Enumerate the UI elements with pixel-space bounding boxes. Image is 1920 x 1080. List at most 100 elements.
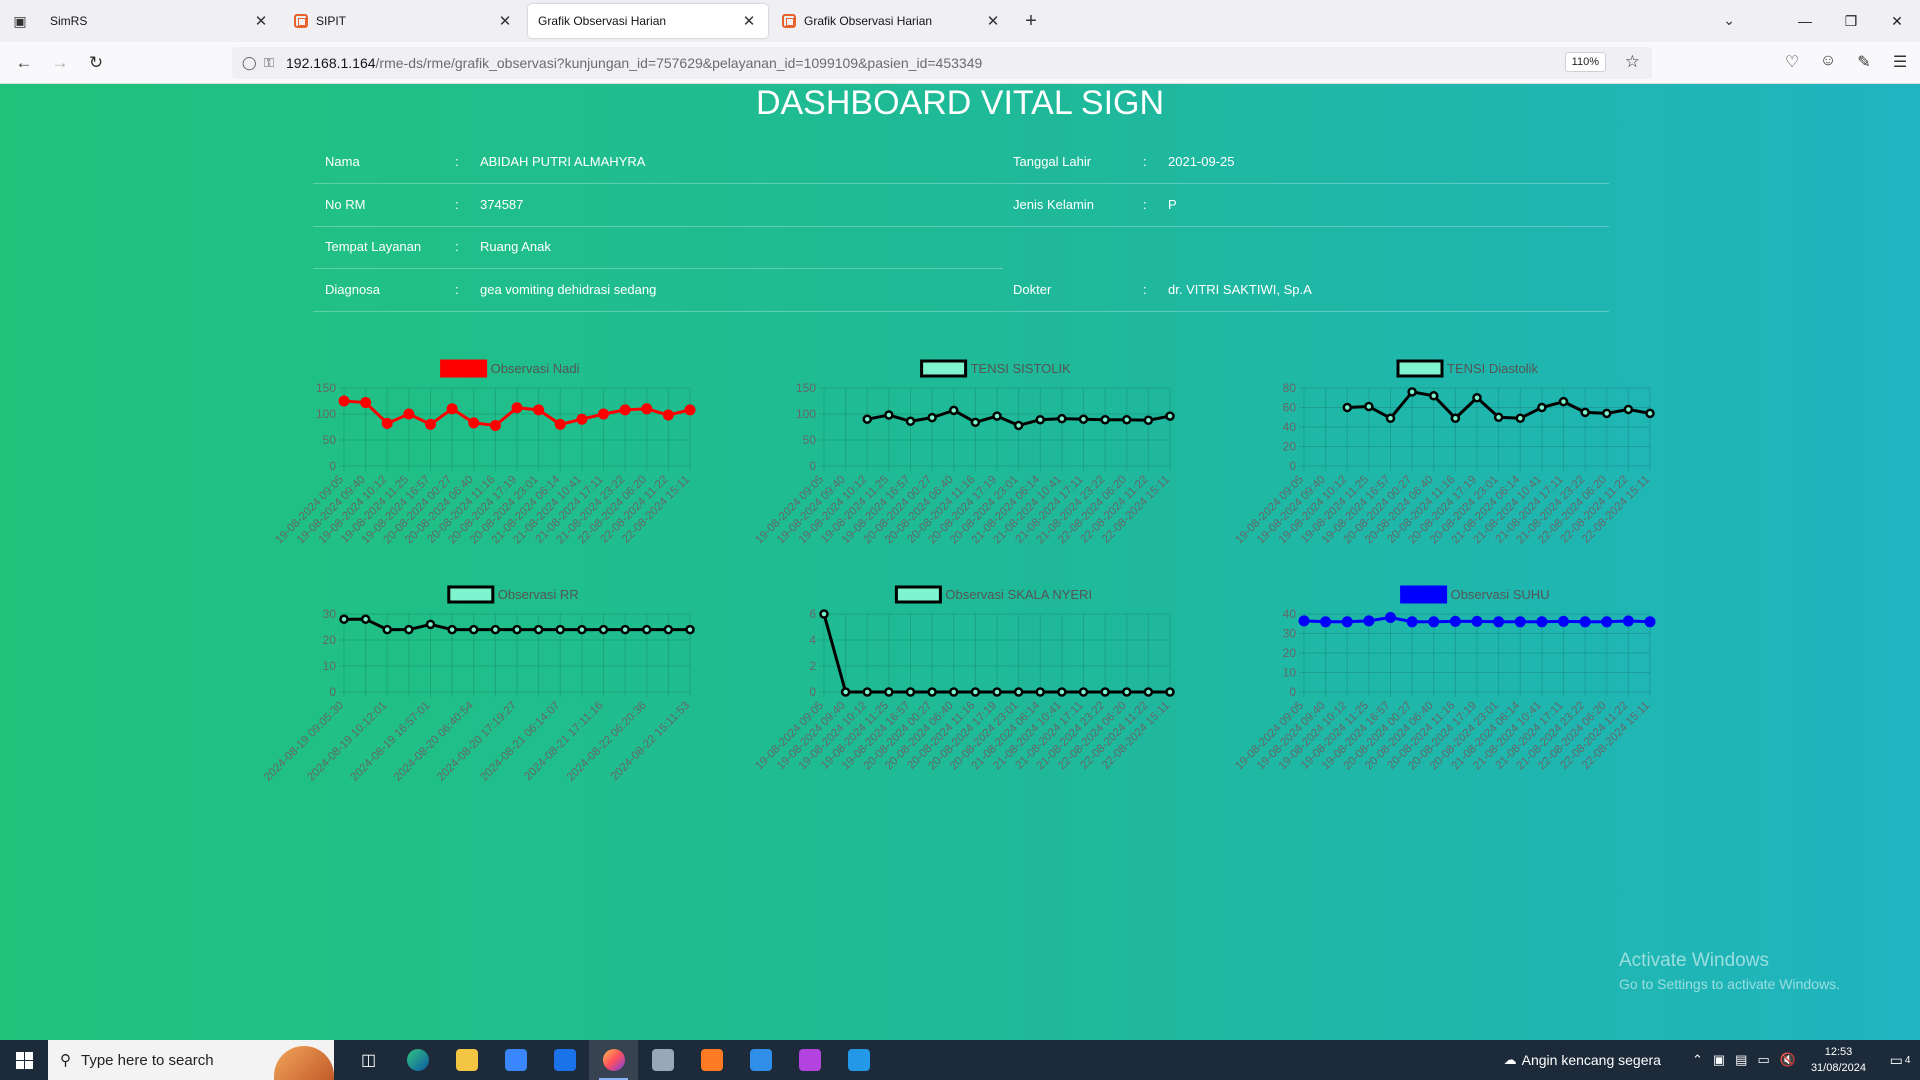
data-point (884, 410, 894, 420)
tab-grafik-observasi[interactable]: Grafik Observasi Harian ✕ (772, 4, 1012, 38)
data-point (840, 687, 851, 697)
x-tick-label: 2024-08-19 10:12:01 (305, 700, 389, 784)
tab-title: Grafik Observasi Harian (804, 14, 933, 28)
browser-navbar: ← → ↻ ◯ ⚿ 192.168.1.164/rme-ds/rme/grafi… (0, 42, 1920, 84)
task-view-icon[interactable]: ◫ (344, 1040, 393, 1080)
network-icon[interactable]: ▭ (1757, 1052, 1769, 1068)
menu-icon[interactable]: ☰ (1890, 52, 1910, 72)
watermark-line1: Activate Windows (1619, 950, 1769, 971)
forward-icon[interactable]: → (42, 53, 78, 73)
data-point (1100, 687, 1110, 697)
data-point (1472, 393, 1482, 403)
data-point (905, 687, 916, 697)
extensions-icon[interactable]: ✎ (1854, 52, 1874, 72)
y-tick-label: 0 (329, 685, 336, 699)
data-point (1122, 414, 1132, 425)
minimize-icon[interactable]: — (1782, 13, 1828, 29)
chart-rr: Observasi RR 0 10 20 30 2024-08-19 09:05:30 20… (250, 567, 720, 797)
lock-icon[interactable]: ⚿ (264, 55, 286, 71)
taskbar-clock[interactable]: 12:53 31/08/2024 (1811, 1044, 1866, 1076)
y-tick-label: 60 (1283, 401, 1297, 415)
nama-label: Nama (325, 154, 360, 169)
vscode-icon[interactable] (834, 1040, 883, 1080)
notification-center-icon[interactable]: ▭ 4 (1880, 1040, 1920, 1080)
windows-start-button[interactable] (0, 1040, 48, 1080)
x-tick-label: 2024-08-21 06:14:07 (478, 700, 562, 784)
diagnosa-label: Diagnosa (325, 281, 380, 297)
data-point (1364, 401, 1374, 412)
window-controls: — ❐ ✕ (1782, 0, 1920, 42)
x-tick-label: 2024-08-19 16:57:01 (349, 700, 433, 784)
volume-muted-icon[interactable]: 🔇 (1780, 1052, 1796, 1068)
close-tab-icon[interactable]: ✕ (984, 12, 1002, 30)
bookmark-star-icon[interactable]: ☆ (1625, 52, 1640, 72)
tab-simrs[interactable]: SimRS ✕ (40, 4, 280, 38)
zoom-level[interactable]: 110% (1564, 52, 1606, 72)
chevron-down-icon[interactable]: ⌄ (1723, 12, 1735, 29)
dokter-value: dr. VITRI SAKTIWI, Sp.A (1168, 281, 1312, 297)
close-tab-icon[interactable]: ✕ (496, 12, 514, 30)
y-tick-label: 40 (1283, 420, 1297, 434)
security-icon[interactable]: ▤ (1735, 1052, 1747, 1068)
y-tick-label: 10 (1283, 666, 1297, 680)
rm-label: No RM (325, 196, 366, 212)
weather-icon[interactable]: ☁ (1504, 1052, 1517, 1068)
windows-taskbar: ⚲ Type here to search ◫ ☁ Angin kencang … (0, 1040, 1920, 1080)
account-icon[interactable]: ☺ (1818, 52, 1838, 72)
new-tab-button[interactable]: + (1016, 10, 1046, 33)
browser-tabbar: ▣ SimRS ✕ SIPIT ✕ Grafik Observasi Haria… (0, 0, 1920, 42)
y-tick-label: 0 (809, 685, 816, 699)
data-point (620, 624, 630, 635)
data-point (862, 687, 872, 697)
data-point (862, 414, 872, 424)
y-tick-label: 2 (809, 659, 816, 673)
xampp-icon[interactable] (687, 1040, 736, 1080)
tab-list-icon[interactable]: ▣ (0, 0, 40, 42)
chevron-up-icon[interactable]: ⌃ (1692, 1052, 1703, 1068)
store-icon[interactable] (491, 1040, 540, 1080)
tab-title: Grafik Observasi Harian (538, 14, 667, 28)
shield-icon[interactable]: ◯ (242, 55, 264, 71)
anydesk-icon[interactable] (736, 1040, 785, 1080)
url-path: /rme-ds/rme/grafik_observasi?kunjungan_i… (375, 55, 983, 71)
meet-now-icon[interactable]: ▣ (1713, 1052, 1725, 1068)
activate-windows-watermark: Activate Windows Go to Settings to activ… (1619, 950, 1840, 992)
back-icon[interactable]: ← (6, 53, 42, 73)
tab-sipit[interactable]: SIPIT ✕ (284, 4, 524, 38)
data-point (1341, 616, 1353, 628)
data-point (949, 687, 959, 697)
close-tab-icon[interactable]: ✕ (252, 12, 270, 30)
address-bar[interactable]: ◯ ⚿ 192.168.1.164/rme-ds/rme/grafik_obse… (232, 47, 1652, 79)
mail-icon[interactable] (540, 1040, 589, 1080)
data-point (1580, 407, 1590, 418)
pocket-icon[interactable]: ♡ (1782, 52, 1802, 72)
remote-desktop-icon[interactable] (638, 1040, 687, 1080)
visual-studio-icon[interactable] (785, 1040, 834, 1080)
separator: : (1143, 196, 1147, 212)
data-point (598, 408, 609, 420)
clock-time: 12:53 (1824, 1046, 1853, 1058)
firefox-icon[interactable] (589, 1040, 638, 1080)
reload-icon[interactable]: ↻ (78, 53, 114, 73)
data-point (1078, 414, 1089, 424)
close-tab-icon[interactable]: ✕ (740, 12, 758, 30)
search-highlight-image (274, 1046, 334, 1080)
weather-text[interactable]: Angin kencang segera (1522, 1052, 1661, 1068)
data-point (1035, 687, 1045, 697)
legend-swatch (920, 359, 968, 378)
file-explorer-icon[interactable] (442, 1040, 491, 1080)
restore-icon[interactable]: ❐ (1828, 13, 1874, 30)
diagnosa-value: gea vomiting dehidrasi sedang (480, 281, 657, 297)
data-point (1385, 413, 1396, 423)
data-point (992, 687, 1002, 697)
data-point (663, 624, 674, 635)
taskbar-search[interactable]: ⚲ Type here to search (48, 1040, 334, 1080)
y-tick-label: 20 (1283, 646, 1297, 660)
tab-grafik-observasi-active[interactable]: Grafik Observasi Harian ✕ (528, 4, 768, 38)
data-point (1122, 687, 1132, 697)
edge-icon[interactable] (393, 1040, 442, 1080)
data-point (684, 404, 696, 416)
close-window-icon[interactable]: ✕ (1874, 13, 1920, 30)
data-point (554, 418, 566, 430)
data-point (1165, 411, 1175, 421)
